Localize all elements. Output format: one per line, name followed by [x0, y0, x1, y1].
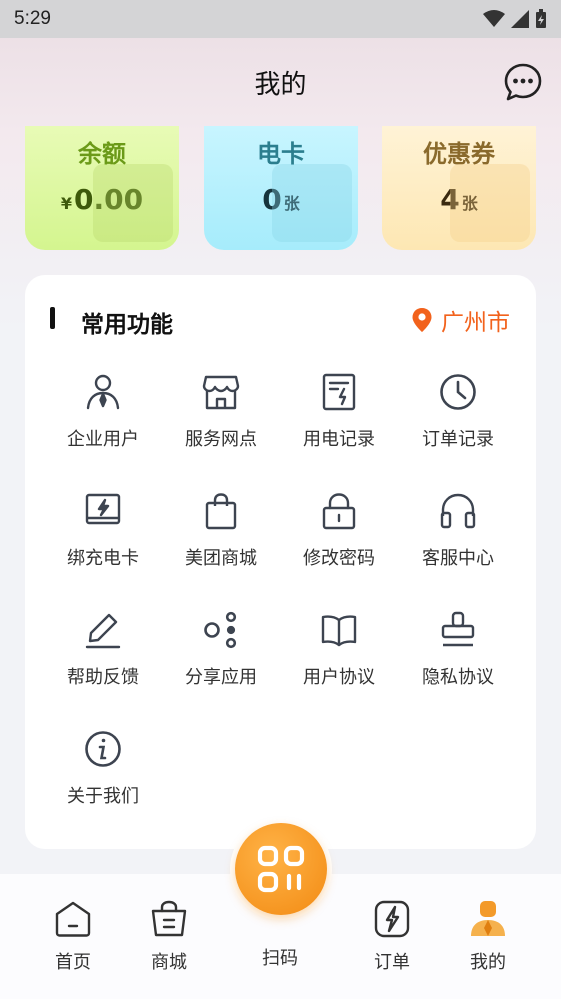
scan-label: 扫码: [262, 948, 298, 969]
power-record-icon: [322, 373, 356, 411]
edit-icon: [85, 613, 121, 649]
tab-home[interactable]: 首页: [33, 900, 113, 980]
book-icon: [321, 615, 357, 647]
coupon-card[interactable]: 优惠券 4 张: [382, 126, 536, 250]
message-button[interactable]: [503, 62, 543, 102]
info-icon: [85, 731, 121, 767]
scan-button-ring: [230, 818, 332, 920]
user-profile-icon: [471, 901, 505, 936]
grid-label: 用户协议: [303, 667, 375, 688]
location-pin-icon: [412, 308, 432, 332]
location-selector[interactable]: 广州市: [411, 303, 510, 337]
tab-label: 我的: [470, 952, 506, 973]
panel-title: 常用功能: [81, 312, 173, 338]
grid-item-help-feedback[interactable]: 帮助反馈: [44, 603, 162, 713]
wallet-decoration-icon: [93, 164, 173, 242]
signal-icon: [511, 10, 529, 28]
grid-label: 分享应用: [185, 667, 257, 688]
grid-label: 修改密码: [303, 548, 375, 569]
share-icon: [204, 611, 237, 649]
status-bar: 5:29: [0, 0, 561, 38]
grid-item-power-records[interactable]: 用电记录: [280, 365, 398, 475]
grid-item-enterprise-user[interactable]: 企业用户: [44, 365, 162, 475]
grid-label: 美团商城: [185, 548, 257, 569]
grid-label: 订单记录: [422, 429, 494, 450]
coupon-decoration-icon: [450, 164, 530, 242]
charge-card-icon: [85, 493, 121, 525]
page-header: 我的: [0, 38, 561, 126]
balance-card[interactable]: 余额 ¥ 0.00: [25, 126, 179, 250]
grid-item-customer-service[interactable]: 客服中心: [399, 484, 517, 594]
title-accent-bar: [50, 307, 55, 329]
order-bolt-icon: [374, 900, 410, 938]
tab-orders[interactable]: 订单: [352, 900, 432, 980]
battery-icon: [536, 9, 546, 28]
grid-label: 绑充电卡: [67, 548, 139, 569]
ecard-card[interactable]: 电卡 0 张: [204, 126, 358, 250]
enterprise-user-icon: [86, 374, 120, 410]
grid-item-user-agreement[interactable]: 用户协议: [280, 603, 398, 713]
scan-button[interactable]: [235, 823, 327, 915]
tab-mine[interactable]: 我的: [448, 900, 528, 980]
grid-item-meituan-mall[interactable]: 美团商城: [162, 484, 280, 594]
status-icons: [483, 9, 547, 29]
clock-icon: [440, 374, 476, 410]
location-text: 广州市: [441, 310, 510, 336]
stamp-icon: [441, 611, 475, 647]
grid-item-order-records[interactable]: 订单记录: [399, 365, 517, 475]
grid-label: 隐私协议: [422, 667, 494, 688]
tab-label: 首页: [55, 952, 91, 973]
grid-item-privacy-agreement[interactable]: 隐私协议: [399, 603, 517, 713]
store-icon: [202, 375, 240, 410]
headset-icon: [440, 493, 476, 529]
wifi-icon: [483, 10, 505, 27]
scan-code-icon: [257, 845, 305, 893]
page-title: 我的: [254, 69, 307, 100]
basket-icon: [151, 900, 187, 937]
grid-item-change-password[interactable]: 修改密码: [280, 484, 398, 594]
grid-item-bind-charge-card[interactable]: 绑充电卡: [44, 484, 162, 594]
tab-label: 订单: [374, 952, 410, 973]
card-decoration-icon: [272, 164, 352, 242]
grid-item-about-us[interactable]: 关于我们: [44, 722, 162, 832]
shopping-bag-icon: [205, 493, 237, 530]
grid-item-share-app[interactable]: 分享应用: [162, 603, 280, 713]
common-functions-panel: 常用功能 广州市 企业用户 服务网点 用电记录 订单记录 绑充电卡 美团商城 修…: [25, 275, 536, 849]
grid-item-service-outlets[interactable]: 服务网点: [162, 365, 280, 475]
grid-label: 帮助反馈: [67, 667, 139, 688]
grid-label: 客服中心: [422, 548, 494, 569]
grid-label: 服务网点: [185, 429, 257, 450]
tab-mall[interactable]: 商城: [129, 900, 209, 980]
panel-header: 常用功能 广州市: [25, 275, 536, 365]
lock-icon: [322, 493, 356, 530]
status-time: 5:29: [14, 8, 51, 29]
grid-label: 关于我们: [67, 786, 139, 807]
grid-label: 企业用户: [67, 429, 139, 450]
asset-cards: 余额 ¥ 0.00 电卡 0 张 优惠券 4 张: [0, 126, 561, 250]
currency-symbol: ¥: [60, 194, 73, 213]
grid-label: 用电记录: [303, 429, 375, 450]
tab-label: 商城: [151, 952, 187, 973]
home-icon: [55, 901, 91, 937]
chat-bubble-icon: [504, 63, 542, 101]
